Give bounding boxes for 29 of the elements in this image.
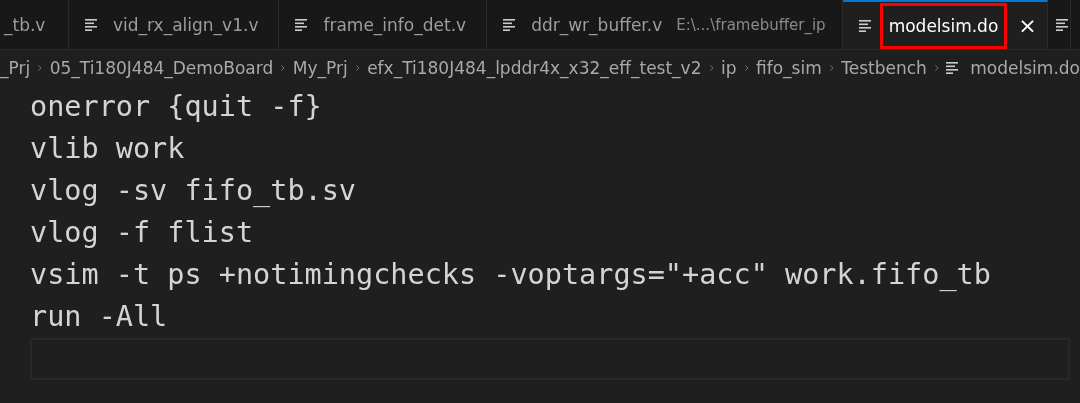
breadcrumb-item[interactable]: modelsim.do xyxy=(970,58,1080,78)
code-line: onerror {quit -f} xyxy=(30,89,323,125)
breadcrumb-item[interactable]: 05_Ti180J484_DemoBoard xyxy=(49,58,274,78)
breadcrumb-item[interactable]: ip xyxy=(721,58,737,78)
code-line: vsim -t ps +notimingchecks -voptargs="+acc" work.fifo_tb xyxy=(30,257,992,293)
breadcrumb-item[interactable]: _Prj xyxy=(0,58,31,78)
breadcrumb-item[interactable]: fifo_sim xyxy=(756,58,822,78)
file-lines-icon xyxy=(295,18,310,31)
code-line: vlog -sv fifo_tb.sv xyxy=(30,173,357,209)
file-lines-icon xyxy=(858,19,873,32)
tab-label: frame_info_det.v xyxy=(322,13,468,37)
code-line: run -All xyxy=(30,299,169,335)
breadcrumb-item[interactable]: Testbench xyxy=(841,58,927,78)
breadcrumb-item[interactable]: My_Prj xyxy=(292,58,348,78)
close-icon[interactable]: × xyxy=(1018,13,1037,38)
tab-label: vid_rx_align_v1.v xyxy=(112,13,260,37)
file-lines-icon xyxy=(85,18,99,31)
tab-label: _tb.v xyxy=(2,13,47,37)
file-lines-icon xyxy=(1055,18,1070,31)
editor-tab[interactable]: _tb.v xyxy=(0,0,69,49)
file-lines-icon xyxy=(503,18,518,31)
file-lines-icon xyxy=(946,62,961,74)
tab-label: ddr_wr_buffer.v xyxy=(530,13,664,37)
code-line: vlog -f flist xyxy=(30,215,255,251)
tab-path: E:\...\framebuffer_ip xyxy=(676,15,826,34)
code-line: vlib work xyxy=(30,131,186,167)
breadcrumb-item[interactable]: efx_Ti180J484_lpddr4x_x32_eff_test_v2 xyxy=(367,58,702,78)
highlighted-tab-label: modelsim.do xyxy=(882,5,1005,46)
editor-tab[interactable]: modelsim.do × xyxy=(842,0,1048,49)
